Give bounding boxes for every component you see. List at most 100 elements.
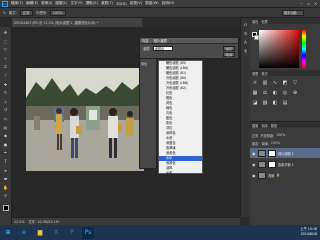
close-icon[interactable]: ×	[313, 1, 318, 6]
type-tool-icon[interactable]: T	[3, 159, 9, 164]
ie-icon[interactable]: e	[18, 227, 30, 239]
workspace-label: 基本功能	[284, 11, 297, 15]
threshold-icon[interactable]: ◧	[272, 100, 278, 106]
right-panels: 顏色 色票 調整 樣式 ☼ ▥ ∿ ◩ ▽ ▦ ⚖ ◐ ◎ ⊕ ◪ ▨ ◧ ▤ …	[250, 18, 320, 225]
brush-tool-icon[interactable]: ✎	[3, 11, 6, 15]
menu-filter[interactable]: 濾鏡(T)	[101, 1, 113, 6]
brightness-icon[interactable]: ☼	[252, 80, 258, 86]
workspace-select[interactable]: 基本功能	[282, 10, 304, 16]
gradient-map-icon[interactable]: ▤	[282, 100, 288, 106]
color-picker-field[interactable]	[259, 30, 299, 68]
vibrance-icon[interactable]: ▽	[292, 80, 298, 86]
channel-mixer-icon[interactable]: ⊕	[292, 90, 298, 96]
document-tab-bar: DSC04467.JPG @ 12.5% (相片濾鏡 1, 圖層遮色片/8) *	[12, 18, 142, 27]
path-select-tool-icon[interactable]: ➤	[3, 168, 9, 173]
filter-select[interactable]: 深褐色	[152, 46, 173, 51]
paragraph-panel-icon[interactable]: ¶	[243, 49, 249, 54]
system-clock[interactable]: 上午 10:16 2014/6/18	[300, 227, 317, 237]
menu-view[interactable]: 檢視(V)	[130, 1, 142, 6]
opacity-field[interactable]: 100%	[276, 133, 285, 137]
properties-panel-icon[interactable]: ☰	[243, 31, 249, 36]
menu-edit[interactable]: 編輯(E)	[26, 1, 38, 6]
dropdown-item[interactable]: 淡紫	[159, 171, 202, 176]
layers-panel-tabs: 圖層 色版 路徑	[250, 122, 320, 128]
start-button-icon[interactable]: ⊞	[2, 227, 14, 239]
foreground-color-swatch[interactable]	[2, 204, 9, 211]
tab-paths[interactable]: 路徑	[271, 123, 277, 128]
hue-slider[interactable]	[302, 30, 306, 68]
exposure-icon[interactable]: ◩	[282, 80, 288, 86]
mask-thumbnail[interactable]	[268, 149, 276, 157]
layer-row[interactable]: ◉ 背景 🔒	[250, 170, 320, 180]
filter-label: 濾鏡:	[143, 47, 151, 51]
tab-adjustments[interactable]: 調整	[252, 71, 258, 76]
hue-saturation-icon[interactable]: ▦	[252, 90, 258, 96]
brush-tool-icon[interactable]: ✎	[3, 90, 9, 95]
layer-name: 相片濾鏡 1	[278, 151, 294, 156]
character-panel-icon[interactable]: A	[243, 40, 249, 45]
menu-layer[interactable]: 圖層(L)	[55, 1, 67, 6]
tab-channels[interactable]: 色版	[261, 123, 267, 128]
opacity-field[interactable]: 100%	[49, 9, 66, 16]
menu-help[interactable]: 說明(H)	[162, 1, 175, 6]
eye-icon[interactable]: ◉	[252, 162, 256, 167]
mode-select[interactable]: 正常	[19, 9, 33, 16]
zoom-level[interactable]: 12.5%	[14, 220, 24, 224]
history-brush-icon[interactable]: ↺	[3, 107, 9, 112]
marquee-tool-icon[interactable]: ⬚	[3, 39, 9, 44]
layer-row[interactable]: ◉ 色彩平衡 1	[250, 159, 320, 169]
eye-icon[interactable]: ◉	[252, 151, 256, 156]
document-tab[interactable]: DSC04467.JPG @ 12.5% (相片濾鏡 1, 圖層遮色片/8) *	[14, 20, 98, 25]
stamp-tool-icon[interactable]: ⊥	[3, 99, 9, 104]
curves-icon[interactable]: ∿	[272, 80, 278, 86]
photo-canvas[interactable]	[26, 68, 144, 171]
posterize-icon[interactable]: ▨	[262, 100, 268, 106]
tab-styles[interactable]: 樣式	[261, 71, 267, 76]
layer-name: 背景	[268, 173, 275, 178]
maximize-icon[interactable]: ▫	[306, 1, 311, 6]
menu-window[interactable]: 視窗(W)	[145, 1, 159, 6]
opacity-label: 不透明度:	[260, 133, 275, 138]
hand-tool-icon[interactable]: ✋	[3, 185, 9, 190]
zoom-tool-icon[interactable]: ⚲	[3, 193, 9, 198]
mask-thumbnail[interactable]	[268, 160, 276, 168]
tab-color[interactable]: 顏色	[252, 19, 258, 24]
tab-swatches[interactable]: 色票	[261, 19, 267, 24]
gradient-tool-icon[interactable]: ▤	[3, 125, 9, 130]
minimize-icon[interactable]: –	[299, 1, 304, 6]
history-panel-icon[interactable]: ⎌	[243, 22, 249, 27]
cancel-button[interactable]: 取消	[223, 52, 235, 57]
menu-image[interactable]: 影像(I)	[41, 1, 52, 6]
levels-icon[interactable]: ▥	[262, 80, 268, 86]
powerpoint-icon[interactable]: P	[66, 227, 78, 239]
photo-filter-icon[interactable]: ◎	[282, 90, 288, 96]
move-tool-icon[interactable]: ✥	[3, 30, 9, 35]
shape-tool-icon[interactable]: ▬	[3, 176, 9, 181]
fill-field[interactable]: 100%	[271, 141, 280, 145]
tab-layers[interactable]: 圖層	[252, 123, 258, 128]
menu-3d[interactable]: 3D(D)	[116, 2, 127, 6]
eyedropper-tool-icon[interactable]: ⁄	[3, 73, 9, 78]
invert-icon[interactable]: ◪	[252, 100, 258, 106]
healing-tool-icon[interactable]: ✚	[3, 82, 9, 87]
layer-row-selected[interactable]: ◉ 相片濾鏡 1	[250, 148, 320, 158]
color-balance-icon[interactable]: ⚖	[262, 90, 268, 96]
dodge-tool-icon[interactable]: ●	[3, 142, 9, 147]
folder-icon[interactable]: ▆	[34, 227, 46, 239]
menu-type[interactable]: 文字(Y)	[70, 1, 82, 6]
lasso-tool-icon[interactable]: ➰	[3, 47, 9, 52]
blend-mode-select[interactable]: 正常	[252, 133, 258, 138]
pen-tool-icon[interactable]: ✒	[3, 150, 9, 155]
quick-select-tool-icon[interactable]: ✧	[3, 56, 9, 61]
blur-tool-icon[interactable]: ◆	[3, 133, 9, 138]
menu-select[interactable]: 選取(S)	[86, 1, 98, 6]
eye-icon[interactable]: ◉	[252, 173, 256, 178]
photoshop-icon[interactable]: Ps	[82, 226, 94, 239]
ok-button[interactable]: 確定	[223, 46, 235, 51]
crop-tool-icon[interactable]: ⌗	[3, 64, 9, 69]
black-white-icon[interactable]: ◐	[272, 90, 278, 96]
menu-file[interactable]: 檔案(F)	[11, 1, 23, 6]
excel-icon[interactable]: X	[50, 227, 62, 239]
background-thumbnail	[258, 171, 266, 179]
eraser-tool-icon[interactable]: ▭	[3, 116, 9, 121]
